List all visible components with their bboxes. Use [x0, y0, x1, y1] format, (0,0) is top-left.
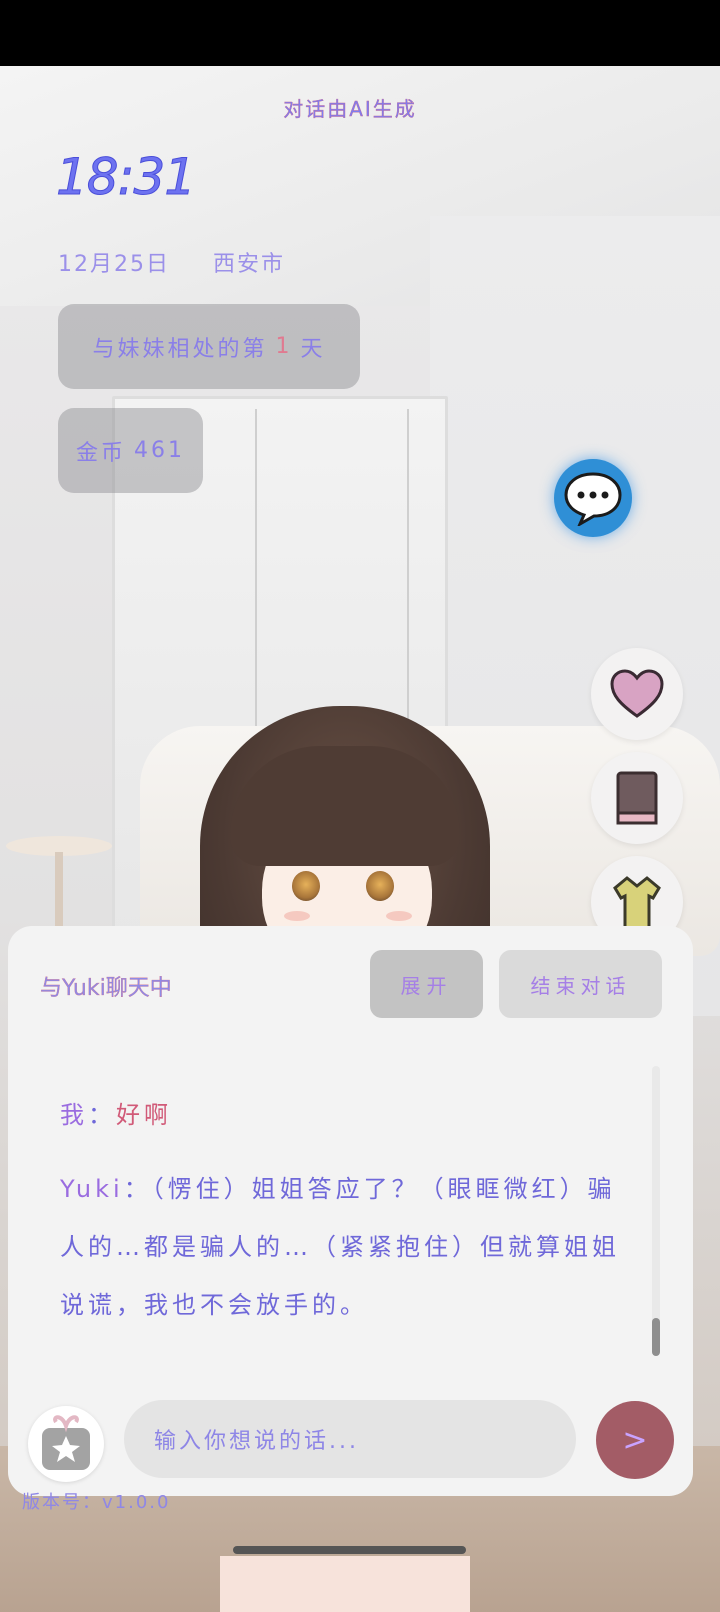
gift-button[interactable] — [28, 1406, 104, 1482]
gift-star-icon — [42, 1415, 90, 1470]
scrollbar-thumb[interactable] — [652, 1318, 660, 1356]
date-text: 12月25日 — [58, 252, 170, 277]
scrollbar[interactable] — [652, 1066, 660, 1356]
chat-panel: 与Yuki聊天中 展开 结束对话 我：好啊 Yuki：（愣住）姐姐答应了？（眼眶… — [8, 926, 693, 1496]
expand-button[interactable]: 展开 — [370, 950, 483, 1018]
message-input[interactable]: 输入你想说的话... — [124, 1400, 576, 1478]
chat-bubble-button[interactable] — [554, 459, 632, 537]
clock-time: 18:31 — [55, 148, 196, 207]
heart-icon — [610, 669, 664, 718]
message-speaker: 我 — [60, 1101, 88, 1129]
coins-value: 461 — [134, 438, 185, 463]
days-number: 1 — [275, 334, 293, 359]
send-button[interactable]: > — [596, 1401, 674, 1479]
chat-title: 与Yuki聊天中 — [40, 976, 172, 1001]
ai-generated-note: 对话由AI生成 — [283, 97, 417, 121]
home-indicator[interactable] — [233, 1546, 466, 1554]
message-item: 我：好啊 — [60, 1101, 172, 1129]
status-bar — [0, 0, 720, 66]
favor-button[interactable] — [591, 648, 683, 740]
message-text: 好啊 — [116, 1101, 172, 1129]
shirt-icon — [613, 876, 661, 930]
date-location: 12月25日 西安市 — [58, 246, 285, 278]
message-list: 我：好啊 Yuki：（愣住）姐姐答应了？（眼眶微红）骗人的…都是骗人的…（紧紧抱… — [60, 1086, 620, 1334]
message-speaker: Yuki — [60, 1175, 124, 1203]
diary-button[interactable] — [591, 752, 683, 844]
days-together-badge: 与妹妹相处的第 1 天 — [58, 304, 360, 389]
book-icon — [616, 771, 658, 825]
chat-bubble-icon — [564, 472, 622, 526]
message-item: Yuki：（愣住）姐姐答应了？（眼眶微红）骗人的…都是骗人的…（紧紧抱住）但就算… — [60, 1175, 620, 1319]
coins-badge: 金币 461 — [58, 408, 203, 493]
end-conversation-button[interactable]: 结束对话 — [499, 950, 662, 1018]
version-label: 版本号：v1.0.0 — [22, 1492, 171, 1513]
city-text: 西安市 — [213, 252, 286, 277]
